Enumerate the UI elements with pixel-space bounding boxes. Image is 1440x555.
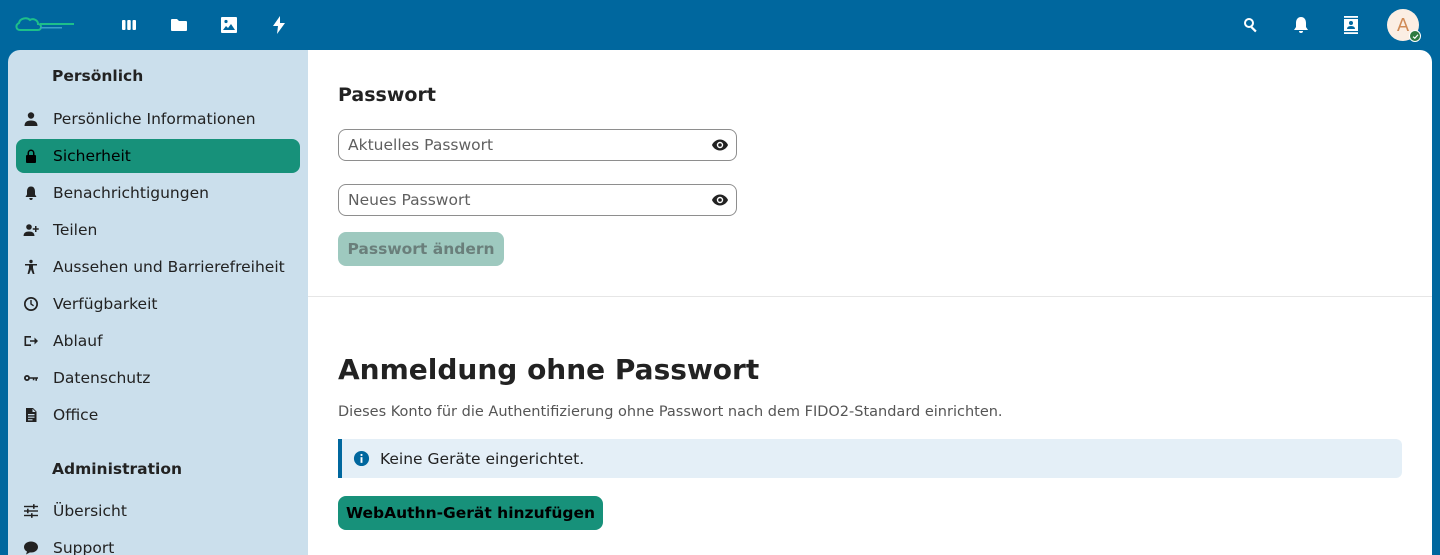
nav-item-label: Office bbox=[53, 406, 99, 424]
contacts-button[interactable] bbox=[1326, 0, 1376, 50]
share-user-icon bbox=[23, 224, 39, 236]
nav-item-flow[interactable]: Ablauf bbox=[16, 324, 300, 358]
key-icon bbox=[24, 375, 38, 381]
nav-caption-administration: Administration bbox=[52, 460, 183, 478]
notifications-button[interactable] bbox=[1276, 0, 1326, 50]
top-header: A bbox=[0, 0, 1440, 50]
logo[interactable] bbox=[14, 14, 78, 36]
nav-item-overview[interactable]: Übersicht bbox=[16, 494, 300, 528]
current-password-input[interactable] bbox=[348, 136, 704, 154]
password-section-title: Passwort bbox=[338, 84, 436, 106]
flow-icon bbox=[24, 336, 38, 346]
passwordless-description: Dieses Konto für die Authentifizierung o… bbox=[338, 404, 1003, 420]
folder-icon bbox=[171, 19, 187, 31]
user-menu[interactable]: A bbox=[1376, 0, 1430, 50]
add-webauthn-device-button[interactable]: WebAuthn-Gerät hinzufügen bbox=[338, 496, 603, 530]
nav-item-personal-info[interactable]: Persönliche Informationen bbox=[16, 102, 300, 136]
nav-item-office[interactable]: Office bbox=[16, 398, 300, 432]
nav-item-label: Benachrichtigungen bbox=[53, 184, 209, 202]
nav-item-label: Übersicht bbox=[53, 502, 127, 520]
nav-item-support[interactable]: Support bbox=[16, 531, 300, 555]
nav-item-privacy[interactable]: Datenschutz bbox=[16, 361, 300, 395]
nav-item-label: Verfügbarkeit bbox=[53, 295, 158, 313]
clock-icon bbox=[24, 297, 38, 311]
activity-app-button[interactable] bbox=[254, 0, 304, 50]
person-icon bbox=[24, 112, 38, 126]
nav-item-label: Teilen bbox=[53, 221, 98, 239]
nav-item-sharing[interactable]: Teilen bbox=[16, 213, 300, 247]
photos-app-button[interactable] bbox=[204, 0, 254, 50]
dashboard-icon bbox=[122, 20, 136, 30]
search-icon bbox=[1244, 18, 1257, 33]
nav-item-availability[interactable]: Verfügbarkeit bbox=[16, 287, 300, 321]
dashboard-app-button[interactable] bbox=[104, 0, 154, 50]
passwordless-section-title: Anmeldung ohne Passwort bbox=[338, 353, 760, 386]
current-password-field bbox=[338, 129, 737, 161]
nav-item-security[interactable]: Sicherheit bbox=[16, 139, 300, 173]
contacts-icon bbox=[1344, 16, 1358, 34]
bell-icon bbox=[25, 186, 37, 200]
no-devices-notice: Keine Geräte eingerichtet. bbox=[338, 439, 1402, 478]
sliders-icon bbox=[24, 504, 38, 518]
notice-text: Keine Geräte eingerichtet. bbox=[380, 449, 585, 468]
search-button[interactable] bbox=[1226, 0, 1276, 50]
nav-item-label: Aussehen und Barrierefreiheit bbox=[53, 258, 285, 276]
header-right: A bbox=[1226, 0, 1440, 50]
accessibility-icon bbox=[25, 259, 37, 274]
online-status-icon bbox=[1409, 30, 1421, 42]
new-password-field bbox=[338, 184, 737, 216]
bolt-icon bbox=[273, 16, 285, 34]
change-password-button[interactable]: Passwort ändern bbox=[338, 232, 504, 266]
settings-content: Passwort Passwort ändern Anmeldung ohne … bbox=[308, 50, 1432, 555]
bell-icon bbox=[1294, 17, 1308, 33]
lock-icon bbox=[26, 149, 36, 163]
new-password-input[interactable] bbox=[348, 191, 704, 209]
nav-item-accessibility[interactable]: Aussehen und Barrierefreiheit bbox=[16, 250, 300, 284]
files-app-button[interactable] bbox=[154, 0, 204, 50]
nav-item-notifications[interactable]: Benachrichtigungen bbox=[16, 176, 300, 210]
info-icon bbox=[353, 450, 370, 467]
section-divider bbox=[308, 296, 1432, 297]
show-current-password-button[interactable] bbox=[704, 136, 736, 154]
nav-item-label: Datenschutz bbox=[53, 369, 151, 387]
show-new-password-button[interactable] bbox=[704, 191, 736, 209]
app-menu bbox=[104, 0, 304, 50]
document-icon bbox=[26, 408, 37, 422]
chat-icon bbox=[24, 541, 38, 555]
nav-item-label: Support bbox=[53, 539, 115, 555]
nav-item-label: Sicherheit bbox=[53, 147, 131, 165]
eye-icon bbox=[712, 139, 728, 151]
nav-caption-personal: Persönlich bbox=[52, 67, 144, 85]
image-icon bbox=[221, 17, 237, 33]
nav-item-label: Ablauf bbox=[53, 332, 103, 350]
eye-icon bbox=[712, 194, 728, 206]
nav-item-label: Persönliche Informationen bbox=[53, 110, 256, 128]
settings-navigation: Persönlich Persönliche Informationen Sic… bbox=[8, 50, 308, 555]
